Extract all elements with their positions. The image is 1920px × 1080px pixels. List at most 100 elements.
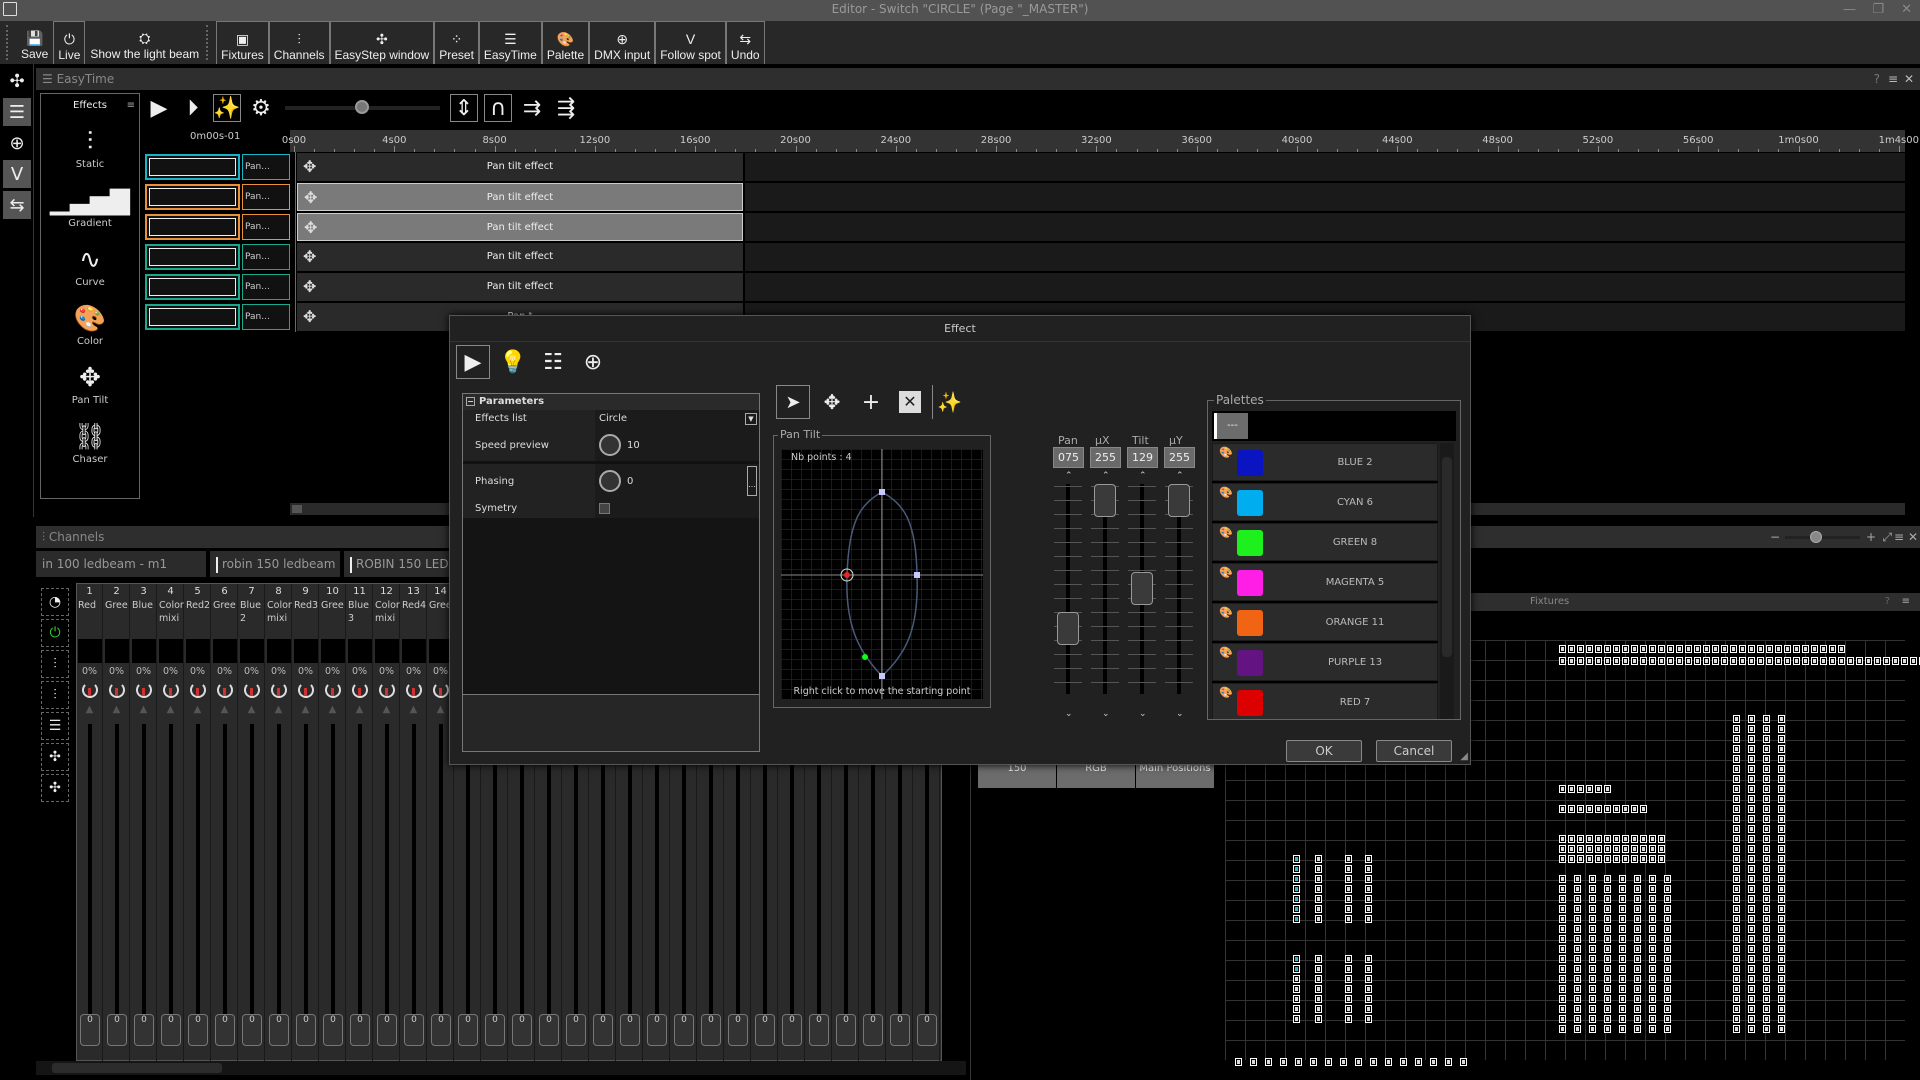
fixture-cell[interactable] — [1640, 855, 1647, 863]
channel-fader[interactable]: 0 — [890, 1014, 910, 1046]
fixture-cell[interactable] — [1634, 945, 1641, 953]
help-icon[interactable]: ? — [1874, 68, 1880, 90]
fixture-cell[interactable] — [1778, 755, 1785, 763]
fixture-cell[interactable] — [1733, 835, 1740, 843]
fixture-cell[interactable] — [1748, 895, 1755, 903]
fixture-cell[interactable] — [1310, 1058, 1317, 1066]
fixture-cell[interactable] — [1604, 1025, 1611, 1033]
playhead[interactable] — [295, 152, 296, 332]
fixture-cell[interactable] — [1400, 1058, 1407, 1066]
fixture-cell[interactable] — [1748, 905, 1755, 913]
fixture-cell[interactable] — [1293, 875, 1300, 883]
fixture-cell[interactable] — [1664, 895, 1671, 903]
step-jump-icon[interactable]: ✣ — [41, 774, 69, 802]
fixture-cell[interactable] — [1293, 855, 1300, 863]
fixture-cell[interactable] — [1664, 985, 1671, 993]
fixture-cell[interactable] — [1315, 955, 1322, 963]
menu-icon[interactable]: ≡ — [1894, 526, 1904, 548]
track-empty-area[interactable] — [745, 153, 1905, 181]
speed-preview-field[interactable]: 10 — [595, 428, 759, 461]
fixture-cell[interactable] — [1778, 845, 1785, 853]
fixture-cell[interactable] — [1604, 835, 1611, 843]
fixture-cell[interactable] — [1574, 1025, 1581, 1033]
palette-item[interactable]: 🎨 RED 7 — [1212, 683, 1438, 719]
fixture-cell[interactable] — [1733, 945, 1740, 953]
palette-item[interactable]: 🎨 BLUE 2 — [1212, 443, 1438, 481]
fixture-cell[interactable] — [1748, 715, 1755, 723]
fixture-cell[interactable] — [1778, 1025, 1785, 1033]
channel-knob[interactable] — [433, 682, 449, 698]
collapse-icon[interactable]: − — [466, 397, 475, 406]
fixture-cell[interactable] — [1586, 855, 1593, 863]
fixture-cell[interactable] — [1345, 975, 1352, 983]
channel-fader[interactable]: 0 — [593, 1014, 613, 1046]
fixture-cell[interactable] — [1721, 657, 1728, 665]
phasing-field[interactable]: 0… — [595, 464, 759, 500]
effects-menu-icon[interactable]: ≡ — [127, 100, 135, 111]
target-icon[interactable]: ⊕ — [576, 345, 610, 379]
track-name-box[interactable] — [145, 274, 240, 300]
numbered-list-icon[interactable]: ☷ — [536, 345, 570, 379]
fixture-cell[interactable] — [1664, 965, 1671, 973]
palette-item[interactable]: 🎨 GREEN 8 — [1212, 523, 1438, 561]
play-icon[interactable]: ▶ — [456, 345, 490, 379]
fixture-cell[interactable] — [1778, 745, 1785, 753]
timeline-icon[interactable]: ☰ — [41, 712, 69, 740]
fixture-cell[interactable] — [1265, 1058, 1272, 1066]
fixture-cell[interactable] — [1604, 945, 1611, 953]
fixture-cell[interactable] — [1574, 905, 1581, 913]
fixture-cell[interactable] — [1778, 835, 1785, 843]
fixture-cell[interactable] — [1589, 895, 1596, 903]
zoom-slider[interactable] — [1785, 531, 1860, 543]
fixture-cell[interactable] — [1793, 657, 1800, 665]
fixture-cell[interactable] — [1763, 955, 1770, 963]
fixture-cell[interactable] — [1559, 875, 1566, 883]
fixture-cell[interactable] — [1574, 1015, 1581, 1023]
fixture-cell[interactable] — [1631, 855, 1638, 863]
fixture-cell[interactable] — [1733, 815, 1740, 823]
effect-chaser[interactable]: ⛓ Chaser — [41, 420, 139, 465]
channel-knob[interactable] — [190, 682, 206, 698]
fixture-cell[interactable] — [1748, 955, 1755, 963]
toolbar-button-palette[interactable]: 🎨 Palette — [541, 21, 590, 64]
fixture-cell[interactable] — [1574, 995, 1581, 1003]
channel-up-arrow-icon[interactable]: ▲ — [131, 704, 156, 715]
fixture-cell[interactable] — [1345, 1015, 1352, 1023]
fixture-cell[interactable] — [1664, 995, 1671, 1003]
fixture-cell[interactable] — [1733, 745, 1740, 753]
fixture-cell[interactable] — [1676, 657, 1683, 665]
zoom-slider[interactable] — [285, 100, 440, 114]
fixture-cell[interactable] — [1829, 645, 1836, 653]
channel-fader[interactable]: 0 — [836, 1014, 856, 1046]
channel-knob[interactable] — [136, 682, 152, 698]
fixture-cell[interactable] — [1763, 825, 1770, 833]
fixture-cell[interactable] — [1634, 1025, 1641, 1033]
fixture-cell[interactable] — [1293, 895, 1300, 903]
fixture-cell[interactable] — [1365, 995, 1372, 1003]
fixture-cell[interactable] — [1370, 1058, 1377, 1066]
fixture-cell[interactable] — [1778, 985, 1785, 993]
fixture-cell[interactable] — [1778, 1005, 1785, 1013]
fixture-cell[interactable] — [1664, 885, 1671, 893]
toolbar-button-undo[interactable]: ⇆ Undo — [725, 21, 765, 64]
fixture-cell[interactable] — [1415, 1058, 1422, 1066]
fixture-cell[interactable] — [1649, 855, 1656, 863]
fixture-cell[interactable] — [1430, 1058, 1437, 1066]
fixture-cell[interactable] — [1574, 925, 1581, 933]
fixture-cell[interactable] — [1778, 1015, 1785, 1023]
fixture-cell[interactable] — [1634, 885, 1641, 893]
fixture-cell[interactable] — [1778, 905, 1785, 913]
fixture-cell[interactable] — [1649, 925, 1656, 933]
fixture-cell[interactable] — [1559, 1025, 1566, 1033]
fixture-cell[interactable] — [1293, 905, 1300, 913]
fixture-cell[interactable] — [1586, 657, 1593, 665]
effect-block[interactable]: ✥ Pan tilt effect — [297, 213, 743, 241]
channel-fader[interactable]: 0 — [458, 1014, 478, 1046]
fixture-cell[interactable] — [1763, 755, 1770, 763]
fixture-cell[interactable] — [1345, 875, 1352, 883]
slider-track[interactable] — [1066, 484, 1070, 694]
channel-knob[interactable] — [217, 682, 233, 698]
fixture-cell[interactable] — [1559, 645, 1566, 653]
fixture-cell[interactable] — [1345, 855, 1352, 863]
fixture-cell[interactable] — [1574, 985, 1581, 993]
